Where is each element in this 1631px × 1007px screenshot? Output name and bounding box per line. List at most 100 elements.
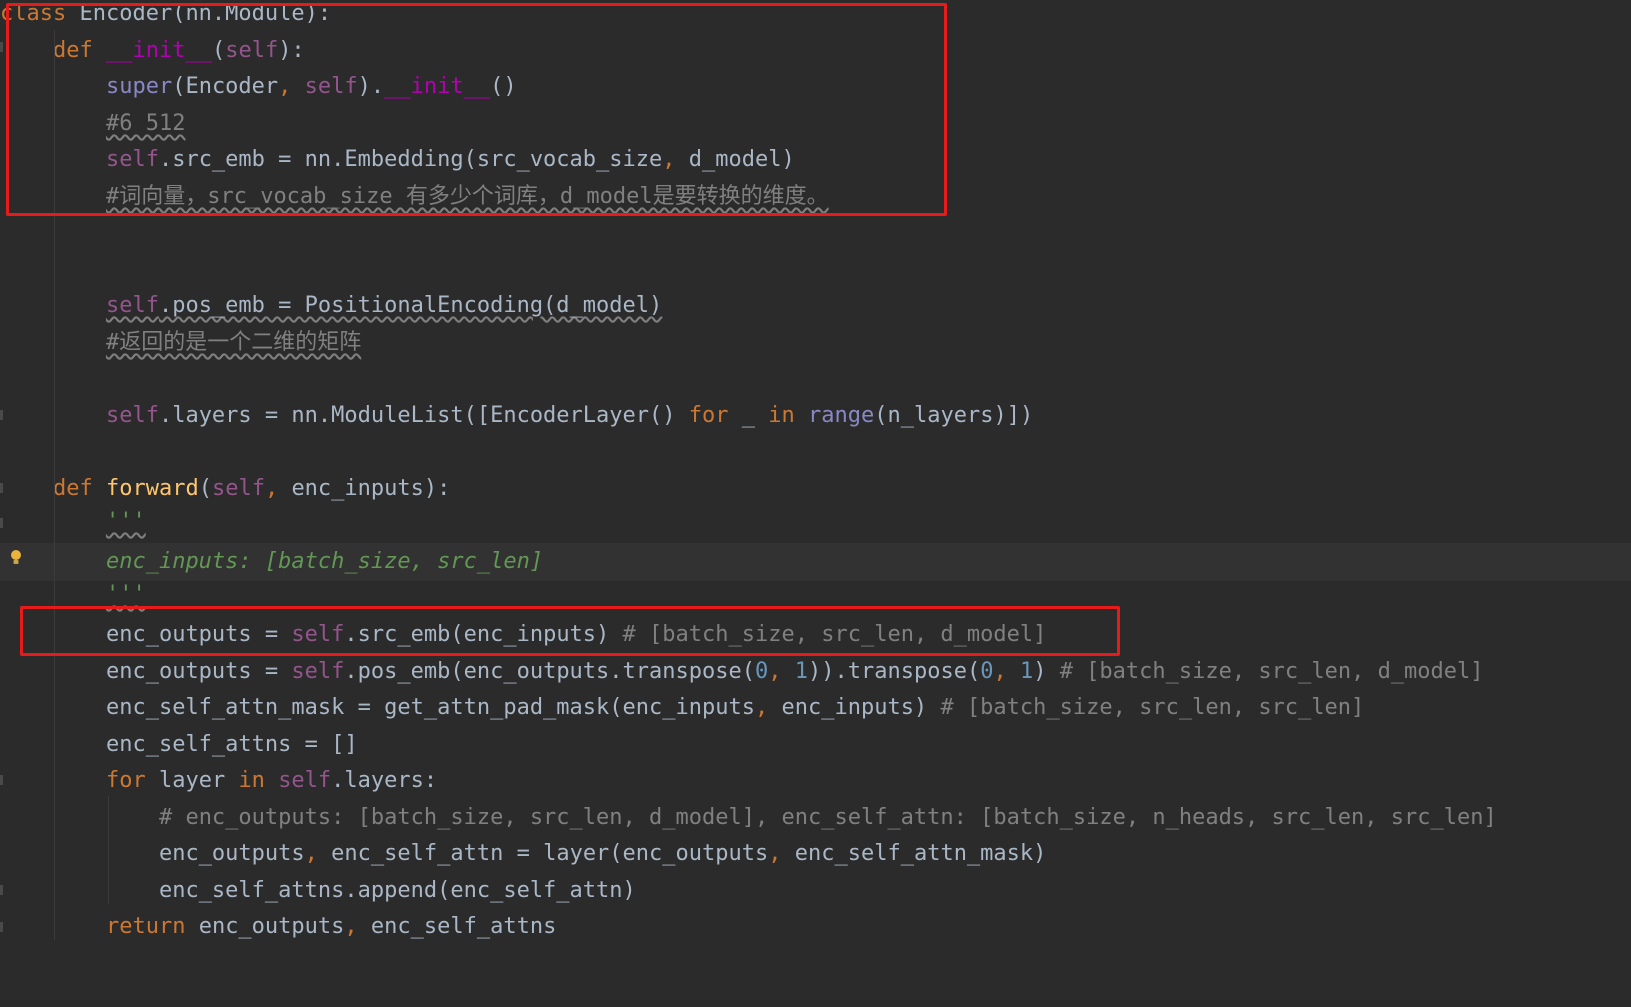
code-token: ,	[993, 659, 1020, 684]
fold-marker[interactable]	[0, 483, 3, 493]
fold-marker[interactable]	[0, 775, 3, 785]
code-token: ).	[357, 74, 385, 99]
code-token: ,	[278, 74, 305, 99]
code-token: (n_layers)])	[874, 403, 1034, 428]
code-token: class	[0, 1, 67, 26]
code-line[interactable]	[0, 251, 1631, 289]
code-token: 1	[1019, 659, 1034, 684]
code-token: #6 512	[105, 111, 186, 136]
code-token: .src_emb = nn.Embedding(src_vocab_size	[158, 147, 663, 172]
code-line[interactable]: self.layers = nn.ModuleList([EncoderLaye…	[0, 397, 1631, 435]
code-token: def	[52, 38, 93, 63]
code-token: 0	[755, 659, 769, 684]
code-line[interactable]: super(Encoder, self).__init__()	[0, 68, 1631, 106]
code-token: _	[728, 403, 769, 428]
code-token: d_model)	[688, 147, 795, 172]
code-token: ,	[768, 659, 795, 684]
code-token: enc_self_attn = layer(enc_outputs	[331, 841, 769, 866]
code-token: self	[225, 38, 279, 63]
code-line[interactable]: #词向量，src_vocab_size 有多少个词库，d_model是要转换的维…	[0, 178, 1631, 216]
code-line[interactable]: enc_self_attn_mask = get_attn_pad_mask(e…	[0, 689, 1631, 727]
fold-marker[interactable]	[0, 410, 3, 420]
code-token: in	[238, 768, 265, 793]
code-token: # [batch_size, src_len, d_model]	[622, 622, 1047, 647]
code-token: enc_self_attn_mask = get_attn_pad_mask(e…	[105, 695, 755, 720]
code-token: forward	[105, 476, 199, 501]
code-token: Encoder(nn.Module):	[66, 1, 332, 26]
code-token: # [batch_size, src_len, d_model]	[1059, 659, 1484, 684]
code-line[interactable]: enc_outputs, enc_self_attn = layer(enc_o…	[0, 835, 1631, 873]
code-token: #词向量，src_vocab_size 有多少个词库，d_model是要转换的维…	[105, 184, 829, 209]
code-token: # [batch_size, src_len, src_len]	[940, 695, 1365, 720]
code-line[interactable]: return enc_outputs, enc_self_attns	[0, 908, 1631, 946]
code-editor[interactable]: class Encoder(nn.Module): def __init__(s…	[0, 0, 1631, 1007]
code-token: for	[105, 768, 146, 793]
code-token: self	[304, 74, 358, 99]
code-token: for	[688, 403, 729, 428]
code-line[interactable]: # enc_outputs: [batch_size, src_len, d_m…	[0, 799, 1631, 837]
code-token: ()	[490, 74, 517, 99]
code-token: 0	[980, 659, 994, 684]
code-token: self	[291, 622, 345, 647]
code-line[interactable]	[0, 433, 1631, 471]
code-token: 1	[794, 659, 808, 684]
code-line[interactable]: enc_self_attns = []	[0, 726, 1631, 764]
code-line[interactable]: '''	[0, 503, 1631, 541]
code-line[interactable]: self.pos_emb = PositionalEncoding(d_mode…	[0, 287, 1631, 325]
code-token: ):	[278, 38, 305, 63]
code-line[interactable]: #6 512	[0, 105, 1631, 143]
fold-marker[interactable]	[0, 42, 3, 52]
fold-marker[interactable]	[0, 518, 3, 528]
code-token: # enc_outputs: [batch_size, src_len, d_m…	[158, 805, 1497, 830]
code-token: in	[768, 403, 795, 428]
code-token: __init__	[384, 74, 491, 99]
code-token: ,	[344, 914, 371, 939]
code-line[interactable]: enc_outputs = self.src_emb(enc_inputs) #…	[0, 616, 1631, 654]
code-line[interactable]: for layer in self.layers:	[0, 762, 1631, 800]
code-token: self	[291, 659, 345, 684]
code-line[interactable]: def __init__(self):	[0, 32, 1631, 70]
code-token: enc_self_attns	[370, 914, 557, 939]
indent-guide	[108, 796, 109, 904]
code-token: (	[211, 38, 226, 63]
code-line[interactable]	[0, 214, 1631, 252]
code-token: .src_emb(enc_inputs)	[344, 622, 623, 647]
code-token: .pos_emb = PositionalEncoding(d_model)	[158, 293, 663, 318]
code-line[interactable]: #返回的是一个二维的矩阵	[0, 324, 1631, 362]
lightbulb-icon[interactable]	[10, 549, 22, 567]
code-token: ,	[662, 147, 689, 172]
code-token: return	[105, 914, 186, 939]
code-token: enc_inputs: [batch_size, src_len]	[105, 549, 544, 574]
code-line[interactable]: enc_outputs = self.pos_emb(enc_outputs.t…	[0, 653, 1631, 691]
code-token: (	[198, 476, 212, 501]
code-line[interactable]: self.src_emb = nn.Embedding(src_vocab_si…	[0, 141, 1631, 179]
code-token: layer	[145, 768, 239, 793]
fold-marker[interactable]	[0, 922, 3, 932]
code-token: self	[278, 768, 332, 793]
fold-marker[interactable]	[0, 885, 3, 895]
code-line[interactable]	[0, 360, 1631, 398]
indent-guide	[54, 30, 55, 940]
code-token: (Encoder	[172, 74, 279, 99]
code-line[interactable]: '''	[0, 576, 1631, 614]
code-token: .pos_emb(enc_outputs.transpose(	[344, 659, 755, 684]
code-line[interactable]: enc_self_attns.append(enc_self_attn)	[0, 872, 1631, 910]
code-line[interactable]: class Encoder(nn.Module):	[0, 0, 1631, 33]
code-token: range	[808, 403, 875, 428]
code-token: enc_outputs	[158, 841, 305, 866]
